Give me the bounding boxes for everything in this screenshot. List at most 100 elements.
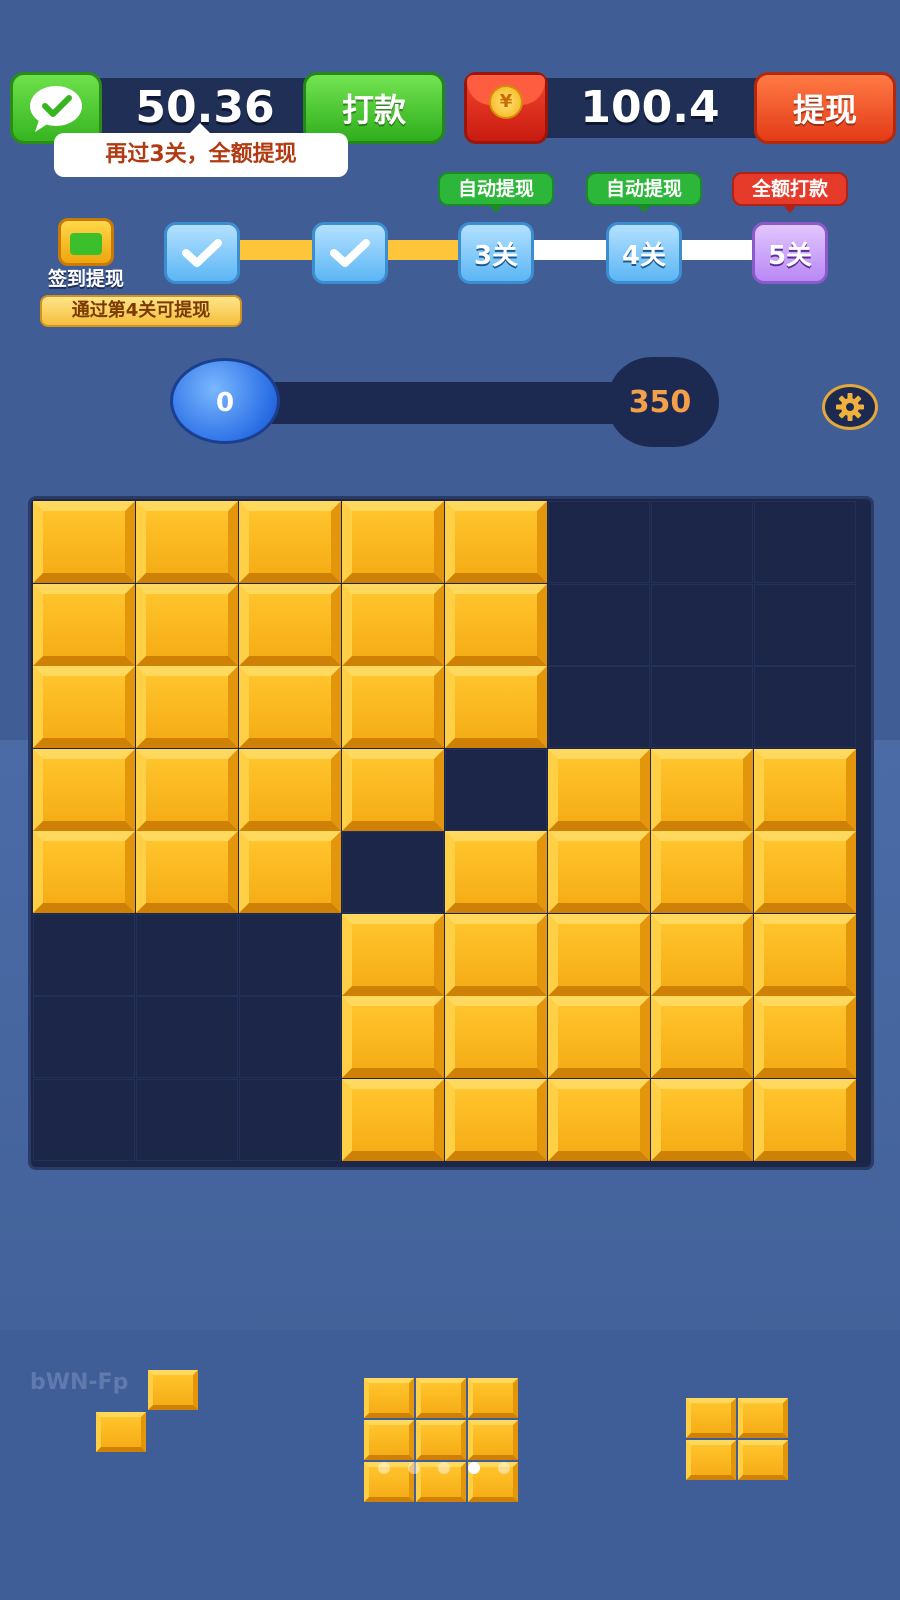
board-cell-filled[interactable] — [754, 831, 856, 913]
board-cell-filled[interactable] — [33, 583, 135, 666]
board-cell-filled[interactable] — [136, 501, 238, 583]
board-cell-filled[interactable] — [136, 666, 238, 748]
block-icon — [754, 1078, 856, 1161]
block-icon — [548, 1078, 650, 1161]
board-cell-filled[interactable] — [342, 583, 444, 666]
score-current: 0 — [215, 388, 235, 418]
board-cell-filled[interactable] — [239, 501, 341, 583]
board-cell-filled[interactable] — [342, 913, 444, 996]
board-cell-empty[interactable] — [548, 501, 650, 583]
board-cell-filled[interactable] — [445, 501, 547, 583]
watermark: bWN-Fp — [30, 1370, 129, 1395]
block-icon — [148, 1370, 198, 1410]
board-cell-empty[interactable] — [754, 583, 856, 666]
board-cell-filled[interactable] — [342, 666, 444, 748]
board-cell-empty[interactable] — [342, 831, 444, 913]
board-cell-filled[interactable] — [651, 831, 753, 913]
board-cell-empty[interactable] — [445, 748, 547, 831]
level-node-5: 5关 — [752, 222, 828, 284]
board-cell-empty[interactable] — [548, 583, 650, 666]
board-cell-empty[interactable] — [136, 913, 238, 996]
board-cell-filled[interactable] — [754, 913, 856, 996]
board-cell-empty[interactable] — [548, 666, 650, 748]
block-icon — [96, 1412, 146, 1452]
board-cell-filled[interactable] — [754, 996, 856, 1078]
board-cell-filled[interactable] — [342, 748, 444, 831]
board-cell-filled[interactable] — [239, 831, 341, 913]
board-cell-filled[interactable] — [33, 748, 135, 831]
board-cell-filled[interactable] — [548, 831, 650, 913]
withdraw-button[interactable]: 提现 — [754, 72, 896, 144]
board-cell-filled[interactable] — [754, 1078, 856, 1161]
block-icon — [33, 748, 135, 831]
board-cell-filled[interactable] — [651, 996, 753, 1078]
board-cell-filled[interactable] — [342, 501, 444, 583]
board-cell-empty[interactable] — [239, 996, 341, 1078]
board-cell-filled[interactable] — [342, 996, 444, 1078]
board-cell-empty[interactable] — [651, 501, 753, 583]
piece-cell — [686, 1398, 736, 1438]
piece-cell — [468, 1420, 518, 1460]
board-cell-filled[interactable] — [445, 913, 547, 996]
piece-cell — [416, 1378, 466, 1418]
page-dot — [468, 1462, 480, 1474]
board-cell-filled[interactable] — [239, 583, 341, 666]
board-cell-empty[interactable] — [651, 666, 753, 748]
block-icon — [445, 996, 547, 1078]
page-indicator — [378, 1462, 528, 1476]
settings-button[interactable] — [822, 384, 878, 430]
board-cell-filled[interactable] — [754, 748, 856, 831]
board-cell-filled[interactable] — [445, 996, 547, 1078]
calendar-icon — [58, 218, 114, 266]
board-cell-filled[interactable] — [136, 748, 238, 831]
level-node-2 — [312, 222, 388, 284]
board-cell-empty[interactable] — [239, 1078, 341, 1161]
board-cell-filled[interactable] — [548, 913, 650, 996]
board-cell-empty[interactable] — [136, 996, 238, 1078]
board-cell-filled[interactable] — [445, 831, 547, 913]
board-cell-empty[interactable] — [136, 1078, 238, 1161]
block-icon — [136, 583, 238, 666]
board-cell-filled[interactable] — [548, 996, 650, 1078]
checkmark-icon — [182, 239, 222, 267]
board-cell-filled[interactable] — [136, 831, 238, 913]
board-cell-filled[interactable] — [33, 666, 135, 748]
block-icon — [239, 831, 341, 913]
board-cell-filled[interactable] — [445, 666, 547, 748]
board-cell-empty[interactable] — [239, 913, 341, 996]
block-icon — [136, 666, 238, 748]
board-cell-filled[interactable] — [548, 1078, 650, 1161]
checkin-withdraw-button[interactable]: 签到提现 — [34, 212, 138, 292]
block-icon — [548, 831, 650, 913]
level-node-3: 3关 — [458, 222, 534, 284]
board-cell-filled[interactable] — [445, 583, 547, 666]
board-cell-filled[interactable] — [33, 501, 135, 583]
block-icon — [445, 583, 547, 666]
block-icon — [548, 913, 650, 996]
game-board[interactable] — [28, 496, 874, 1170]
block-icon — [651, 748, 753, 831]
block-icon — [342, 583, 444, 666]
gear-icon — [836, 393, 864, 421]
board-cell-filled[interactable] — [33, 831, 135, 913]
block-icon — [445, 1078, 547, 1161]
board-cell-empty[interactable] — [754, 501, 856, 583]
board-cell-empty[interactable] — [33, 996, 135, 1078]
block-icon — [445, 913, 547, 996]
board-cell-filled[interactable] — [651, 1078, 753, 1161]
board-cell-filled[interactable] — [239, 748, 341, 831]
board-cell-empty[interactable] — [33, 1078, 135, 1161]
block-icon — [239, 501, 341, 583]
board-cell-filled[interactable] — [651, 913, 753, 996]
board-cell-filled[interactable] — [651, 748, 753, 831]
board-cell-empty[interactable] — [754, 666, 856, 748]
board-cell-filled[interactable] — [342, 1078, 444, 1161]
board-cell-filled[interactable] — [445, 1078, 547, 1161]
board-cell-filled[interactable] — [548, 748, 650, 831]
level-label: 5关 — [767, 240, 813, 271]
board-cell-filled[interactable] — [136, 583, 238, 666]
board-cell-filled[interactable] — [239, 666, 341, 748]
board-cell-empty[interactable] — [651, 583, 753, 666]
board-cell-empty[interactable] — [33, 913, 135, 996]
piece-cell — [364, 1420, 414, 1460]
